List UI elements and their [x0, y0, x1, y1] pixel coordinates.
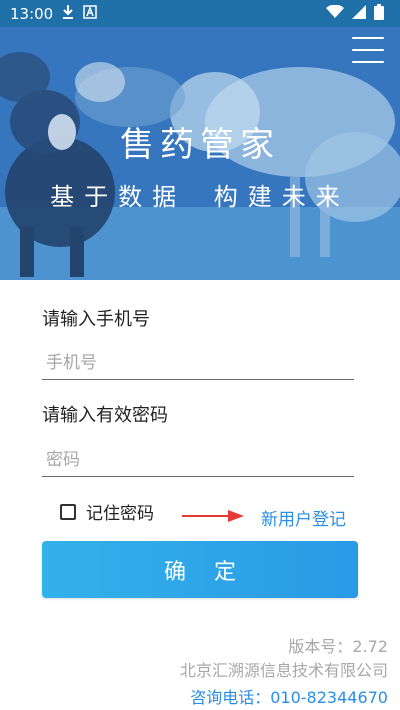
hero-banner: 售药管家 基于数据 构建未来	[0, 27, 400, 280]
battery-icon	[374, 3, 384, 24]
wifi-icon	[326, 3, 344, 23]
app-title: 售药管家	[120, 125, 280, 165]
app-slogan: 基于数据 构建未来	[50, 183, 350, 211]
menu-bar-icon	[352, 49, 384, 51]
menu-bar-icon	[352, 37, 384, 39]
remember-checkbox[interactable]	[60, 503, 76, 520]
download-icon	[61, 4, 75, 24]
menu-button[interactable]	[352, 37, 384, 63]
status-bar: 13:00	[0, 0, 400, 27]
phone-label: 请输入手机号	[42, 309, 150, 330]
new-user-register-link[interactable]: 新用户登记	[261, 505, 346, 530]
red-arrow-icon	[182, 510, 244, 522]
version-text: 版本号：2.72	[288, 637, 388, 656]
signal-icon	[352, 4, 366, 23]
remember-password-toggle[interactable]: 记住密码	[60, 499, 154, 524]
password-input[interactable]	[42, 443, 354, 477]
confirm-button[interactable]: 确定	[42, 541, 358, 598]
password-label: 请输入有效密码	[42, 405, 168, 426]
menu-bar-icon	[352, 61, 384, 63]
a-letter-icon	[83, 4, 97, 23]
status-time: 13:00	[10, 4, 54, 23]
company-name: 北京汇溯源信息技术有限公司	[179, 661, 388, 680]
remember-label: 记住密码	[86, 504, 154, 524]
consult-phone-link[interactable]: 咨询电话：010-82344670	[190, 684, 388, 708]
phone-input[interactable]	[42, 346, 354, 380]
